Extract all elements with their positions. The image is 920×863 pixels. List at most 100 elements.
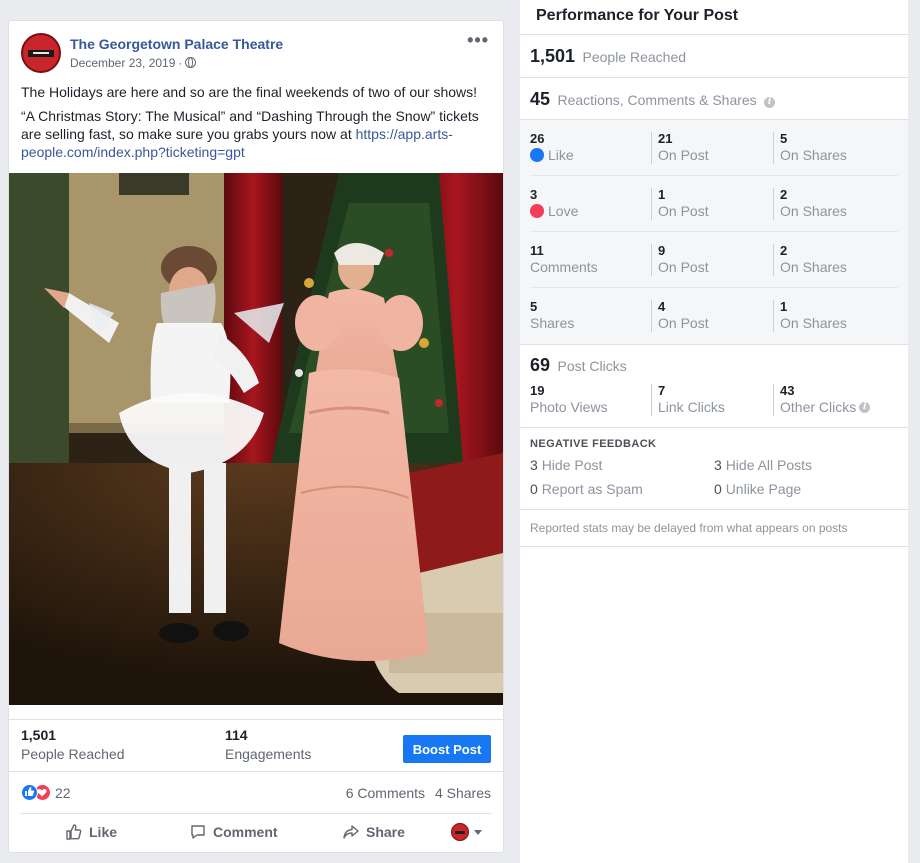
report-spam-label: Report as Spam (541, 481, 643, 497)
thumbs-up-icon (66, 824, 82, 840)
hide-post-stat: 3 Hide Post (530, 457, 602, 473)
boost-post-button[interactable]: Boost Post (403, 735, 491, 763)
engagements-label: Engagements (225, 746, 312, 762)
share-icon (343, 825, 359, 839)
like-on-post-value: 21 (658, 131, 673, 146)
post-text-line: “A Christmas Story: The Musical” and “Da… (21, 107, 491, 161)
more-options-icon[interactable]: ••• (467, 31, 489, 49)
thumbs-up-icon (25, 787, 35, 796)
on-shares-label: On Shares (780, 315, 847, 331)
reactions-comments-shares-section: 45 Reactions, Comments & Shares i (520, 78, 908, 120)
unlike-page-label: Unlike Page (725, 481, 802, 497)
love-reaction-icon (530, 204, 544, 218)
engagement-breakdown: 26 Like 21 On Post 5 On Shares 3 Love 1 … (520, 120, 908, 345)
love-total-label: Love (530, 202, 650, 220)
unlike-page-stat: 0 Unlike Page (714, 481, 801, 497)
like-on-post: 21 On Post (651, 132, 771, 164)
engagements-value: 114 (225, 727, 248, 743)
post-header: The Georgetown Palace Theatre December 2… (21, 31, 491, 73)
reaction-counts-row: 22 6 Comments 4 Shares (9, 771, 503, 813)
link-clicks: 7 Link Clicks (651, 384, 771, 416)
shares-on-shares: 1 On Shares (773, 300, 893, 332)
rcs-label: Reactions, Comments & Shares (557, 92, 757, 108)
on-shares-label: On Shares (780, 203, 847, 219)
like-reaction-icon[interactable] (21, 784, 38, 801)
on-post-label: On Post (658, 259, 709, 275)
shares-count-link[interactable]: 4 Shares (435, 785, 491, 801)
post-date: December 23, 2019 (70, 56, 176, 70)
info-icon[interactable]: i (859, 401, 871, 413)
on-post-label: On Post (658, 203, 709, 219)
rcs-total: 45 (530, 89, 551, 109)
post-reach-summary: 1,501 People Reached 114 Engagements Boo… (9, 719, 503, 771)
comments-total: 11 Comments (530, 244, 650, 276)
post-text-line: The Holidays are here and so are the fin… (21, 84, 478, 100)
negative-feedback-heading: NEGATIVE FEEDBACK (530, 438, 657, 450)
comment-button-label: Comment (213, 824, 278, 840)
breakdown-row-comments: 11 Comments 9 On Post 2 On Shares (530, 232, 898, 288)
shares-on-shares-value: 1 (780, 299, 788, 314)
like-label: Like (548, 147, 574, 163)
on-shares-label: On Shares (780, 147, 847, 163)
shares-on-post-value: 4 (658, 299, 666, 314)
people-reached-total: 1,501 (530, 46, 576, 66)
comments-label: Comments (530, 259, 598, 275)
share-button[interactable]: Share (342, 814, 405, 850)
report-spam-value: 0 (530, 481, 538, 497)
hide-all-posts-label: Hide All Posts (725, 457, 813, 473)
people-reached-stat[interactable]: 1,501 People Reached (21, 727, 125, 762)
unlike-page-value: 0 (714, 481, 722, 497)
love-on-shares: 2 On Shares (773, 188, 893, 220)
love-on-post: 1 On Post (651, 188, 771, 220)
comments-on-shares: 2 On Shares (773, 244, 893, 276)
like-total-value: 26 (530, 131, 545, 146)
share-button-label: Share (366, 824, 405, 840)
globe-icon (185, 57, 197, 68)
photo-views-label: Photo Views (530, 399, 608, 415)
other-clicks-value: 43 (780, 383, 795, 398)
post-clicks-label: Post Clicks (557, 358, 627, 374)
engagements-stat[interactable]: 114 Engagements (225, 727, 311, 762)
like-button[interactable]: Like (65, 814, 117, 850)
reaction-count[interactable]: 22 (55, 785, 71, 801)
photo-views: 19 Photo Views (530, 384, 650, 416)
post-clicks-total: 69 (530, 355, 551, 375)
panel-title: Performance for Your Post (520, 0, 908, 35)
page-avatar[interactable] (21, 33, 61, 73)
page-name-link[interactable]: The Georgetown Palace Theatre (70, 36, 283, 52)
love-label: Love (548, 203, 579, 219)
breakdown-row-shares: 5 Shares 4 On Post 1 On Shares (530, 288, 898, 344)
breakdown-row-love: 3 Love 1 On Post 2 On Shares (530, 176, 898, 232)
info-icon[interactable]: i (764, 97, 776, 108)
post-clicks-section: 69 Post Clicks 19 Photo Views 7 Link Cli… (520, 345, 908, 428)
comment-button[interactable]: Comment (189, 814, 278, 850)
link-clicks-label: Link Clicks (658, 399, 725, 415)
comments-shares-counts: 6 Comments 4 Shares (346, 785, 491, 801)
love-total: 3 Love (530, 188, 650, 220)
people-reached-label: People Reached (21, 746, 125, 762)
people-reached-label: People Reached (582, 49, 687, 65)
comments-count-link[interactable]: 6 Comments (346, 785, 425, 801)
shares-total-value: 5 (530, 299, 538, 314)
post-photo[interactable] (9, 173, 503, 705)
report-spam-stat: 0 Report as Spam (530, 481, 643, 497)
hide-post-label: Hide Post (541, 457, 603, 473)
post-message: The Holidays are here and so are the fin… (21, 83, 491, 167)
comments-total-value: 11 (530, 243, 544, 258)
post-timestamp[interactable]: December 23, 2019 · (70, 56, 197, 70)
love-total-value: 3 (530, 187, 538, 202)
stats-delay-note: Reported stats may be delayed from what … (520, 510, 908, 547)
comments-on-post-value: 9 (658, 243, 666, 258)
post-performance-panel: Performance for Your Post 1,501 People R… (520, 0, 908, 863)
post-as-page-selector[interactable] (451, 814, 482, 850)
other-clicks-label-wrap: Other Clicks i (780, 398, 893, 416)
other-clicks-label: Other Clicks (780, 399, 857, 415)
post-actions: Like Comment Share (21, 813, 491, 849)
love-on-post-value: 1 (658, 187, 666, 202)
like-button-label: Like (89, 824, 118, 840)
comments-on-shares-value: 2 (780, 243, 788, 258)
shares-label: Shares (530, 315, 575, 331)
negative-feedback-section: NEGATIVE FEEDBACK 3 Hide Post 3 Hide All… (520, 428, 908, 510)
link-clicks-value: 7 (658, 383, 666, 398)
on-post-label: On Post (658, 147, 709, 163)
